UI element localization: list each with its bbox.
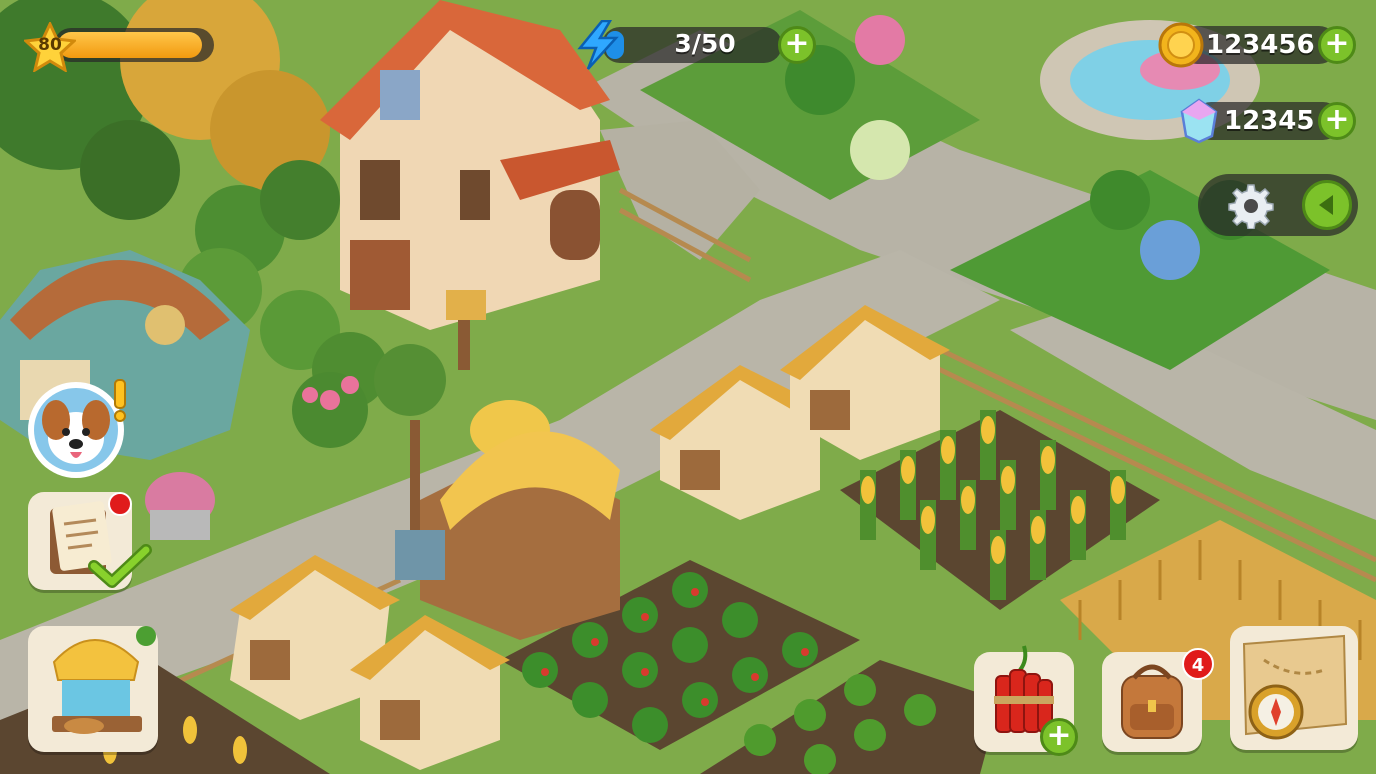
energy-value: 3/50 [674,29,736,58]
lightning-icon [577,20,619,70]
gear-icon[interactable] [1228,183,1274,229]
task-notification-dot [108,492,132,516]
arrow-left-icon [1319,195,1333,215]
collapse-menu-button[interactable] [1302,180,1352,230]
checkmark-icon [88,544,152,588]
tasks-button[interactable] [28,492,152,590]
xp-bar-fill [58,32,202,58]
backpack-icon [1121,664,1183,739]
add-gems-button[interactable]: + [1318,102,1356,140]
inventory-button[interactable]: 4 [1102,648,1214,752]
add-energy-button[interactable]: + [778,26,816,64]
settings-panel [1198,174,1358,236]
crystal-gem-icon [1180,98,1218,144]
inventory-count-badge: 4 [1182,648,1214,680]
level-xp-panel[interactable]: 80 [24,22,216,72]
dynamite-button[interactable]: + [974,645,1078,756]
exclamation-icon [114,379,126,422]
flower-wheelbarrow[interactable] [145,472,215,540]
gold-coin-icon [1158,22,1204,68]
add-coins-button[interactable]: + [1318,26,1356,64]
energy-panel[interactable]: 3/50 + [576,20,818,70]
shop-button[interactable] [28,626,158,752]
coins-panel[interactable]: 123456 + [1158,22,1358,68]
level-number: 80 [38,35,62,55]
gems-value: 12345 [1224,106,1315,136]
coins-value: 123456 [1206,30,1315,60]
treasure-map-icon [1242,634,1348,740]
add-dynamite-button[interactable]: + [1040,718,1078,756]
map-button[interactable] [1230,626,1358,750]
market-stall-icon [52,626,156,734]
dog-character-button[interactable] [26,379,130,480]
gems-panel[interactable]: 12345 + [1178,98,1358,144]
